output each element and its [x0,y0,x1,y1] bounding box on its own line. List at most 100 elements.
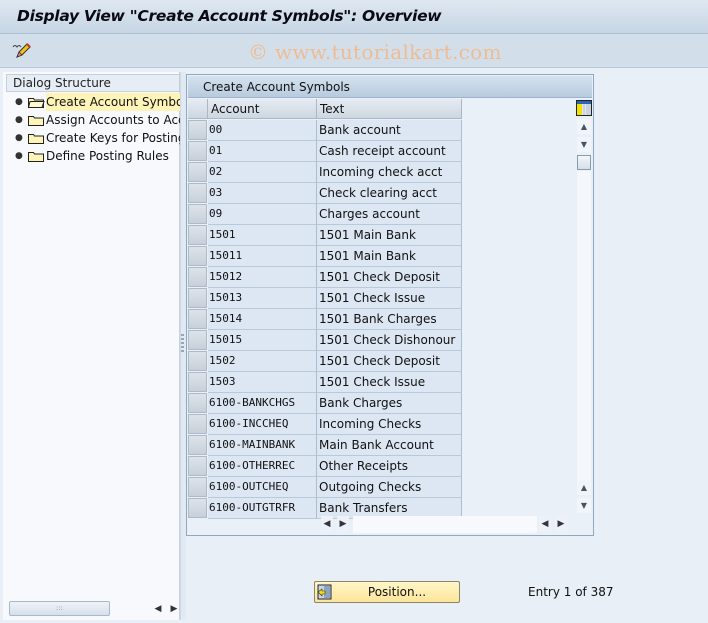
cell-account: 00 [208,120,317,141]
cell-account: 15012 [208,267,317,288]
folder-icon [28,134,44,144]
row-selector[interactable] [188,330,207,350]
table-title: Create Account Symbols [188,76,592,98]
watermark: © www.tutorialkart.com [248,40,502,64]
row-selector[interactable] [188,225,207,245]
row-selector[interactable] [188,498,207,518]
horizontal-scrollbar-track[interactable] [353,516,537,533]
column-scroll-left-icon[interactable]: ◀ [321,516,333,532]
tree-horizontal-scrollbar[interactable]: ::: ◀ ▶ [6,599,179,619]
cell-text: 1501 Check Deposit [317,351,462,372]
cell-text: Other Receipts [317,456,462,477]
vertical-scrollbar-thumb[interactable] [577,155,591,170]
cell-text: Bank Charges [317,393,462,414]
column-header-text[interactable]: Text [317,99,462,119]
row-selector[interactable] [188,162,207,182]
row-selector[interactable] [188,309,207,329]
row-selector[interactable] [188,351,207,371]
folder-icon [28,116,44,126]
row-selector[interactable] [188,393,207,413]
scroll-down-icon[interactable]: ▼ [577,137,591,152]
cell-text: 1501 Check Dishonour [317,330,462,351]
cell-text: Main Bank Account [317,435,462,456]
cell-account: 02 [208,162,317,183]
cell-text: Incoming check acct [317,162,462,183]
dialog-structure-pane: Dialog Structure ● Create Account Symbol… [3,72,180,620]
cell-text: 1501 Check Issue [317,288,462,309]
cell-account: 6100-MAINBANK [208,435,317,456]
row-selector[interactable] [188,372,207,392]
row-selector[interactable] [188,246,207,266]
cell-account: 6100-OUTCHEQ [208,477,317,498]
entry-counter: Entry 1 of 387 [528,585,614,599]
column-configuration-icon[interactable] [576,100,592,116]
bullet-icon: ● [15,151,23,161]
cell-account: 6100-BANKCHGS [208,393,317,414]
tree-item-label: Create Keys for Posting Specifications [46,131,180,145]
bullet-icon: ● [15,115,23,125]
cell-account: 6100-OUTGTRFR [208,498,317,519]
cell-account: 15015 [208,330,317,351]
scroll-right-end-icon[interactable]: ▶ [555,516,567,532]
cell-account: 03 [208,183,317,204]
folder-open-icon [28,98,45,108]
tree-item-assign-accounts[interactable]: ● Assign Accounts to Account Symbols [3,111,180,129]
row-selector[interactable] [188,141,207,161]
table-control: Create Account Symbols Account Text 00 Ba… [186,74,594,536]
tree-item-label: Create Account Symbols [46,93,180,111]
row-selector[interactable] [188,267,207,287]
cell-text: Charges account [317,204,462,225]
scroll-right-icon[interactable]: ▶ [168,602,180,616]
cell-account: 15014 [208,309,317,330]
scroll-up-icon[interactable]: ▲ [577,119,591,134]
title-bar: Display View "Create Account Symbols": O… [0,0,708,34]
cell-account: 1503 [208,372,317,393]
bullet-icon: ● [15,133,23,143]
position-button-label: Position... [367,585,427,599]
cell-text: 1501 Bank Charges [317,309,462,330]
scrollbar-thumb[interactable]: ::: [9,601,110,616]
scroll-left-end-icon[interactable]: ◀ [539,516,551,532]
row-selector[interactable] [188,288,207,308]
row-selector[interactable] [188,456,207,476]
scroll-left-icon[interactable]: ◀ [152,602,164,616]
dialog-structure-header: Dialog Structure [6,74,180,92]
row-selector[interactable] [188,183,207,203]
cell-text: 1501 Check Issue [317,372,462,393]
cell-account: 01 [208,141,317,162]
page-down-icon[interactable]: ▼ [577,498,591,513]
position-button[interactable]: Position... [314,581,460,603]
vertical-scrollbar-track[interactable] [577,171,591,481]
cell-text: 1501 Main Bank [317,225,462,246]
tree-item-label: Define Posting Rules [46,149,169,163]
cell-account: 15013 [208,288,317,309]
tree-item-create-keys[interactable]: ● Create Keys for Posting Specifications [3,129,180,147]
column-header-account[interactable]: Account [208,99,317,119]
cell-text: 1501 Check Deposit [317,267,462,288]
cell-account: 6100-OTHERREC [208,456,317,477]
dialog-structure-tree: ● Create Account Symbols ● Assign Accoun… [3,93,180,165]
row-selector[interactable] [188,435,207,455]
splitter-grip[interactable] [181,334,184,354]
tree-item-define-posting-rules[interactable]: ● Define Posting Rules [3,147,180,165]
cell-text: Check clearing acct [317,183,462,204]
select-all-header[interactable] [188,99,208,119]
bullet-icon: ● [15,97,23,107]
row-selector[interactable] [188,477,207,497]
cell-account: 6100-INCCHEQ [208,414,317,435]
cell-text: Outgoing Checks [317,477,462,498]
column-scroll-right-icon[interactable]: ▶ [337,516,349,532]
row-selector[interactable] [188,120,207,140]
row-selector[interactable] [188,204,207,224]
window-title: Display View "Create Account Symbols": O… [17,7,442,25]
display-change-button[interactable] [10,42,32,60]
cell-account: 15011 [208,246,317,267]
cell-text: Incoming Checks [317,414,462,435]
page-up-icon[interactable]: ▲ [577,480,591,495]
cell-account: 1502 [208,351,317,372]
row-selector[interactable] [188,414,207,434]
cell-account: 09 [208,204,317,225]
cell-text: Bank account [317,120,462,141]
tree-item-create-account-symbols[interactable]: ● Create Account Symbols [3,93,180,111]
cell-text: 1501 Main Bank [317,246,462,267]
